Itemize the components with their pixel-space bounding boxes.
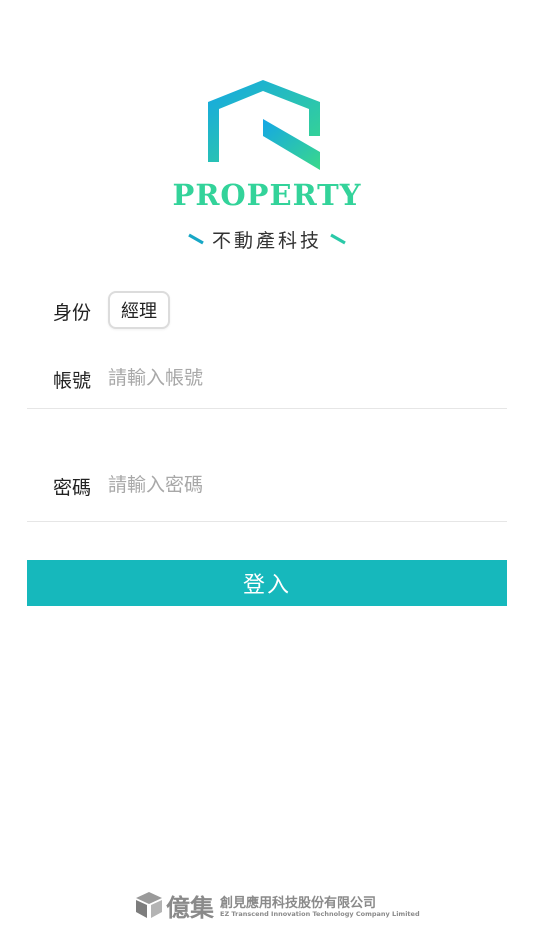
login-button[interactable]: 登入 (27, 560, 507, 606)
company-full-name-zh: 創見應用科技股份有限公司 (220, 896, 377, 911)
app-logo: PROPERTY 不動產科技 (0, 70, 534, 260)
password-divider (27, 521, 507, 522)
company-short-name: 億集 (166, 894, 214, 922)
account-divider (27, 408, 507, 409)
company-footer: 億集 創見應用科技股份有限公司 EZ Transcend Innovation … (132, 886, 420, 926)
account-input[interactable] (108, 363, 498, 393)
brand-name: PROPERTY (172, 178, 362, 212)
role-select[interactable]: 經理 (108, 291, 170, 329)
slash-left-icon (188, 233, 204, 245)
role-label: 身份 (53, 302, 92, 324)
brand-subtitle-row: 不動產科技 (0, 224, 534, 254)
house-logo-icon (208, 80, 320, 170)
password-label: 密碼 (53, 477, 92, 499)
account-label: 帳號 (53, 370, 92, 392)
company-full-name-en: EZ Transcend Innovation Technology Compa… (220, 910, 420, 918)
slash-right-icon (330, 233, 346, 245)
password-input[interactable] (108, 470, 498, 500)
brand-subtitle: 不動產科技 (211, 229, 322, 252)
company-logo-icon (136, 892, 162, 918)
